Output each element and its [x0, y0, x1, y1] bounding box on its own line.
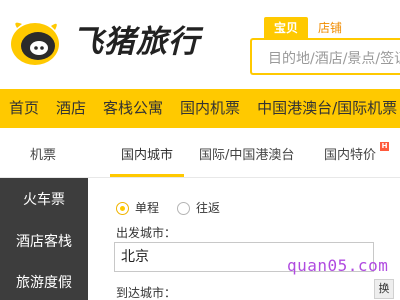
one-way-radio[interactable]: [116, 201, 129, 215]
sidebar: 火车票 酒店客栈 旅游度假: [0, 178, 88, 300]
sub-nav: 机票 国内城市 国际/中国港澳台 国内特价: [0, 134, 400, 178]
feizhu-logo[interactable]: 飞猪旅行: [8, 18, 208, 68]
sidebar-item-train[interactable]: 火车票: [0, 181, 88, 219]
tab-domestic-deals[interactable]: 国内特价: [324, 134, 376, 178]
sidebar-item-vacation[interactable]: 旅游度假: [0, 264, 88, 300]
tab-flights[interactable]: 机票: [30, 134, 56, 178]
round-trip-radio[interactable]: [177, 201, 191, 215]
arrive-city-label: 到达城市：: [116, 286, 177, 300]
main-nav-intl-flights[interactable]: 中国港澳台/国际机票: [248, 89, 400, 128]
search-tab-items[interactable]: 宝贝: [264, 17, 309, 39]
sidebar-item-hotel-inn[interactable]: 酒店客栈: [0, 223, 88, 261]
logo-text: 飞猪旅行: [72, 24, 200, 60]
main-nav-inn[interactable]: 客栈公寓: [94, 89, 171, 128]
one-way-label[interactable]: 单程: [135, 200, 159, 216]
search-tab-shops[interactable]: 店铺: [308, 17, 352, 39]
main-nav-hotel[interactable]: 酒店: [47, 89, 94, 128]
pig-logo-icon: [11, 22, 59, 65]
depart-city-label: 出发城市：: [116, 226, 177, 240]
main-nav: 首页 酒店 客栈公寓 国内机票 中国港澳台/国际机票: [0, 89, 400, 128]
search-input[interactable]: 目的地/酒店/景点/签证: [268, 48, 400, 68]
watermark-text: quan05.com: [287, 256, 389, 275]
swap-cities-button[interactable]: 换: [374, 279, 394, 299]
tab-international[interactable]: 国际/中国港澳台: [199, 134, 294, 178]
search-box[interactable]: 目的地/酒店/景点/签证: [250, 38, 400, 75]
main-nav-home[interactable]: 首页: [0, 89, 47, 128]
trip-type-group: 单程 往返: [116, 200, 238, 216]
search-tabs: 宝贝 店铺: [264, 17, 352, 39]
main-nav-domestic-flights[interactable]: 国内机票: [171, 89, 248, 128]
tab-domestic-city[interactable]: 国内城市: [121, 134, 173, 178]
hot-badge: H: [380, 142, 389, 151]
active-tab-indicator: [110, 174, 184, 177]
round-trip-label[interactable]: 往返: [196, 200, 220, 216]
